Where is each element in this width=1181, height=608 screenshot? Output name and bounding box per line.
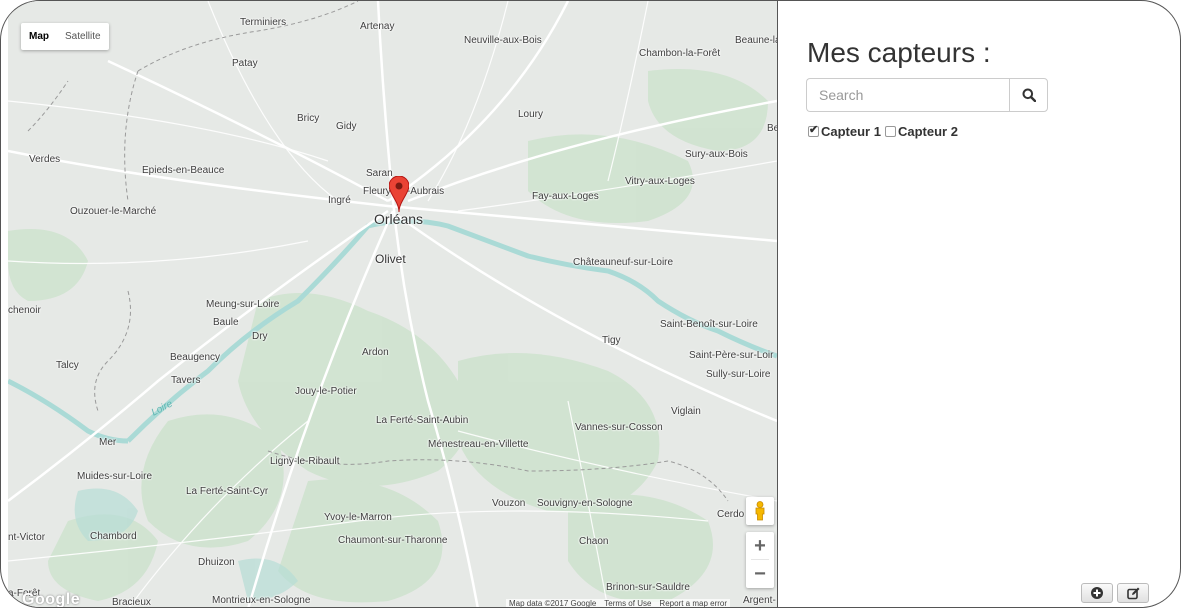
search-icon xyxy=(1022,88,1036,102)
town-label: Artenay xyxy=(360,21,395,32)
town-label: Ardon xyxy=(362,347,389,358)
terms-of-use-link[interactable]: Terms of Use xyxy=(604,599,651,607)
edit-button[interactable] xyxy=(1117,583,1149,603)
map-attribution: Map data ©2017 Google Terms of Use Repor… xyxy=(506,599,731,608)
town-label: Terminiers xyxy=(240,17,287,28)
attribution-map-data: Map data ©2017 Google xyxy=(509,599,597,608)
town-label: Verdes xyxy=(29,154,61,165)
town-label: Tavers xyxy=(171,375,201,386)
map-type-satellite-button[interactable]: Satellite xyxy=(57,23,109,50)
search-input[interactable] xyxy=(806,78,1009,112)
town-label: Fay-aux-Loges xyxy=(532,191,599,202)
app-frame: Terminiers Artenay Neuville-aux-Bois Chambo… xyxy=(0,0,1181,608)
sensor-2-label: Capteur 2 xyxy=(897,124,958,139)
town-label: Cerdo xyxy=(717,509,745,520)
search-button[interactable] xyxy=(1009,78,1048,112)
town-label: Sully-sur-Loire xyxy=(706,369,771,380)
sensors-panel: Mes capteurs : Capteur 1 Capteur 2 xyxy=(778,1,1180,607)
town-label: Dhuizon xyxy=(198,557,235,568)
town-label: Meung-sur-Loire xyxy=(206,299,280,310)
plus-circle-icon xyxy=(1091,587,1103,599)
town-label: Orléans xyxy=(374,211,424,227)
town-label: Chaumont-sur-Tharonne xyxy=(338,535,448,546)
town-label: Vouzon xyxy=(492,498,526,509)
map-view[interactable]: Terminiers Artenay Neuville-aux-Bois Chambo… xyxy=(8,1,778,608)
report-map-error-link[interactable]: Report a map error xyxy=(659,599,727,607)
town-label: Vannes-sur-Cosson xyxy=(575,422,663,433)
town-label: Chaon xyxy=(579,536,609,547)
town-label: Brinon-sur-Sauldre xyxy=(606,582,690,593)
town-label: Sury-aux-Bois xyxy=(685,149,748,160)
sensor-item-capteur-1[interactable]: Capteur 1 xyxy=(808,123,881,139)
town-label: Ouzouer-le-Marché xyxy=(70,206,157,217)
google-logo: Google xyxy=(22,591,81,608)
town-label: Bracieux xyxy=(112,597,151,608)
town-label: Montrieux-en-Sologne xyxy=(212,595,311,606)
location-marker-icon[interactable] xyxy=(389,176,409,212)
sensor-1-checkbox[interactable] xyxy=(808,123,819,137)
town-label: Beaugency xyxy=(170,352,221,363)
town-label: Yvoy-le-Marron xyxy=(324,512,392,523)
town-label: Chambon-la-Forêt xyxy=(639,48,721,59)
town-label: Gidy xyxy=(336,121,357,132)
town-label: Bell xyxy=(767,123,777,134)
town-label: Dry xyxy=(252,331,268,342)
town-label: Epieds-en-Beauce xyxy=(142,165,225,176)
page-title: Mes capteurs : xyxy=(807,37,991,68)
town-label: La Ferté-Saint-Cyr xyxy=(186,486,269,497)
sensor-item-capteur-2[interactable]: Capteur 2 xyxy=(884,124,958,139)
town-label: Talcy xyxy=(56,360,79,371)
town-label: Neuville-aux-Bois xyxy=(464,35,542,46)
town-label: Mer xyxy=(99,437,117,448)
town-label: Muides-sur-Loire xyxy=(77,471,153,482)
town-label: Ligny-le-Ribault xyxy=(270,456,340,467)
toolbar xyxy=(1081,583,1149,603)
town-label: Loury xyxy=(518,109,544,120)
town-label: Chambord xyxy=(90,531,137,542)
map-type-map-button[interactable]: Map xyxy=(21,23,57,50)
town-label: Jouy-le-Potier xyxy=(295,386,357,397)
town-label: Ménestreau-en-Villette xyxy=(428,439,529,450)
town-label: Beaune-la xyxy=(735,35,778,46)
town-label: Saint-Benoît-sur-Loire xyxy=(660,319,758,330)
sensor-list: Capteur 1 Capteur 2 xyxy=(808,123,962,139)
zoom-out-button[interactable]: − xyxy=(746,560,774,587)
zoom-in-button[interactable]: + xyxy=(746,532,774,559)
street-view-button[interactable] xyxy=(746,497,774,525)
town-label: Bricy xyxy=(297,113,320,124)
map-canvas xyxy=(8,1,777,607)
town-label: Tigy xyxy=(602,335,621,346)
search-group xyxy=(806,78,1048,112)
map-type-control: Map Satellite xyxy=(21,23,109,50)
zoom-control: + − xyxy=(746,532,774,588)
town-label: Viglain xyxy=(671,406,701,417)
sensor-1-label: Capteur 1 xyxy=(821,124,881,139)
town-label: Patay xyxy=(232,58,258,69)
town-label: Baule xyxy=(213,317,239,328)
town-label: La Ferté-Saint-Aubin xyxy=(376,415,469,426)
town-label: chenoir xyxy=(8,305,41,316)
town-label: Châteauneuf-sur-Loire xyxy=(573,257,674,268)
town-label: Argent- xyxy=(743,595,776,606)
sensor-2-checkbox[interactable] xyxy=(884,126,896,137)
town-label: Vitry-aux-Loges xyxy=(625,176,695,187)
town-label: nt-Victor xyxy=(8,532,46,543)
town-label: Olivet xyxy=(375,252,406,266)
edit-icon xyxy=(1126,587,1139,599)
add-sensor-button[interactable] xyxy=(1081,583,1113,603)
town-label: Ingré xyxy=(328,195,351,206)
town-label: Saint-Père-sur-Loir xyxy=(689,350,774,361)
pegman-icon xyxy=(755,501,765,521)
town-label: Souvigny-en-Sologne xyxy=(537,498,633,509)
